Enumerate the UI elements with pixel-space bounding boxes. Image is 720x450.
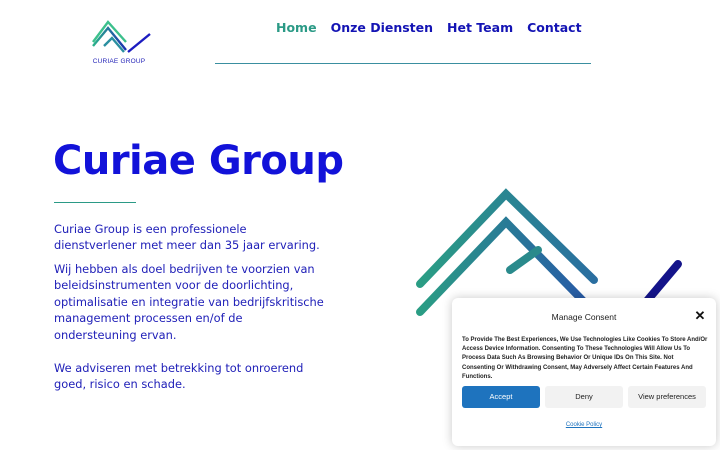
nav-item-het-team[interactable]: Het Team (447, 20, 513, 35)
logo-mark-icon (92, 20, 151, 53)
consent-title: Manage Consent (551, 312, 617, 322)
mission-paragraph: Wij hebben als doel bedrijven te voorzie… (54, 262, 324, 342)
title-underline (54, 202, 136, 203)
page-title: Curiae Group (53, 138, 344, 184)
logo-text: CURIAE GROUP (92, 58, 146, 65)
nav-divider (215, 63, 591, 64)
nav-item-onze-diensten[interactable]: Onze Diensten (331, 20, 433, 35)
accept-button[interactable]: Accept (462, 386, 540, 408)
close-icon[interactable]: ✕ (694, 309, 706, 322)
cookie-consent-dialog: Manage Consent ✕ To Provide The Best Exp… (452, 298, 716, 446)
nav-item-contact[interactable]: Contact (527, 20, 581, 35)
cookie-policy-link[interactable]: Cookie Policy (452, 422, 716, 428)
view-preferences-button[interactable]: View preferences (628, 386, 706, 408)
deny-button[interactable]: Deny (545, 386, 623, 408)
main-nav: Home Onze Diensten Het Team Contact (276, 20, 582, 35)
consent-message: To Provide The Best Experiences, We Use … (462, 337, 708, 380)
nav-item-home[interactable]: Home (276, 20, 317, 35)
site-logo[interactable]: CURIAE GROUP (88, 16, 154, 70)
intro-paragraph: Curiae Group is een professionele dienst… (54, 222, 320, 253)
advice-paragraph: We adviseren met betrekking tot onroeren… (54, 361, 304, 392)
